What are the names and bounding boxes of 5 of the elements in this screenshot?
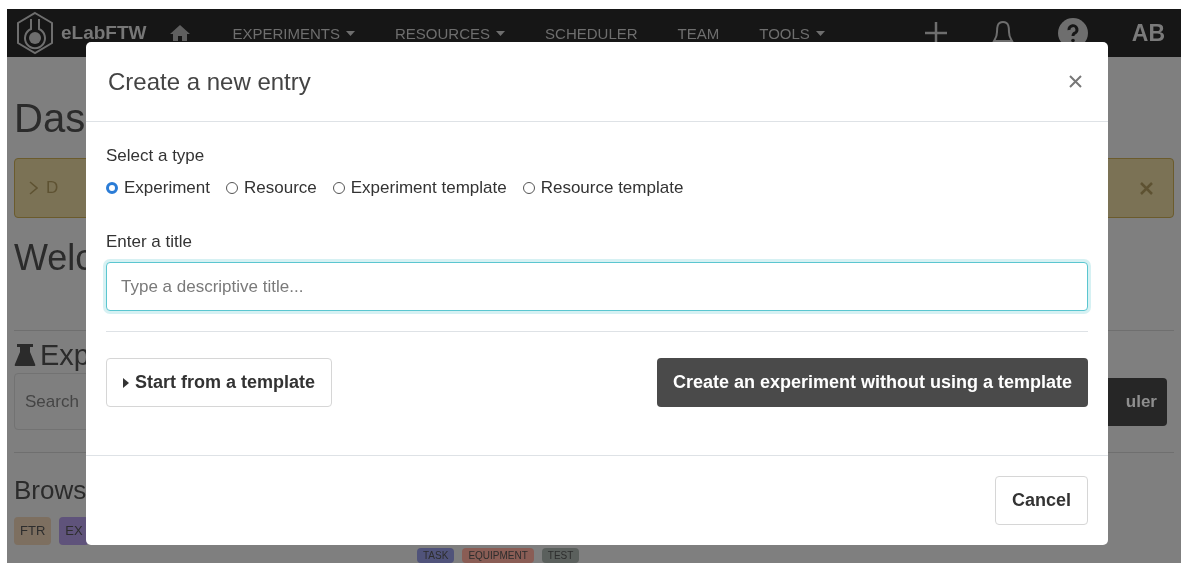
browse-heading: Brows xyxy=(14,474,87,506)
field-label: Select a type xyxy=(106,146,206,166)
field-label: Enter a title xyxy=(106,232,193,252)
modal-title: Create a new entry xyxy=(108,67,311,96)
page-title: Das xyxy=(14,96,86,140)
